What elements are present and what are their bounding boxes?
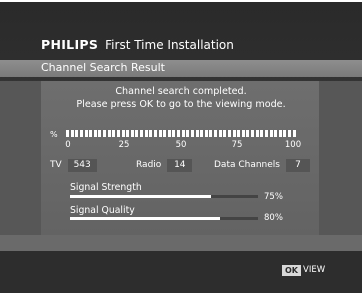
ok-button[interactable]: OK [282,265,301,276]
tv-count: TV 543 [50,158,97,172]
progress-tick [126,130,130,137]
progress-tick [135,130,139,137]
progress-tick [209,130,213,137]
progress-tick [89,130,93,137]
progress-tick [241,130,245,137]
progress-tick [255,130,259,137]
subtitle-bar: Channel Search Result [0,60,362,77]
signal-strength-fill [70,195,211,198]
brand-logo: PHILIPS [41,37,99,52]
progress-tick [227,130,231,137]
progress-tick [140,130,143,137]
progress-tick [181,130,185,137]
progress-scale-0: 0 [65,140,71,150]
progress-scale-50: 50 [175,140,187,150]
progress-tick [292,130,296,137]
instruction-message: Please press OK to go to the viewing mod… [76,99,286,110]
progress-tick [274,130,278,137]
progress-scale-25: 25 [118,140,130,150]
radio-count: Radio 14 [136,158,193,172]
signal-strength-label: Signal Strength [70,182,142,193]
progress-tick [288,130,291,137]
data-channels-value: 7 [286,158,310,172]
progress-tick [144,130,148,137]
progress-tick [79,130,83,137]
progress-tick [107,130,111,137]
progress-tick [172,130,176,137]
progress-tick [186,130,190,137]
tv-count-label: TV [50,160,62,170]
progress-tick [75,130,79,137]
progress-tick [149,130,153,137]
header: PHILIPS First Time Installation [0,29,362,59]
signal-strength-value: 75% [264,192,283,202]
tv-count-value: 543 [67,158,97,172]
progress-tick [260,130,264,137]
radio-count-value: 14 [167,158,193,172]
progress-tick [66,130,69,137]
data-channels-label: Data Channels [214,160,280,170]
signal-quality-value: 80% [264,213,283,223]
radio-count-label: Radio [136,160,162,170]
signal-quality-bar [70,217,258,220]
progress-tick [237,130,241,137]
progress-tick [121,130,125,137]
progress-percent-label: % [50,130,58,139]
progress-tick [278,130,282,137]
progress-tick [246,130,250,137]
progress-tick [264,130,268,137]
tv-screen: PHILIPS First Time Installation Channel … [0,2,362,293]
progress-tick [84,130,88,137]
progress-tick [153,130,157,137]
progress-tick [116,130,120,137]
progress-scale-75: 75 [231,140,243,150]
progress-bar [66,130,296,138]
signal-strength-bar [70,195,258,198]
progress-tick [98,130,102,137]
progress-tick [283,130,287,137]
progress-tick [251,130,254,137]
progress-tick [204,130,208,137]
progress-tick [158,130,162,137]
signal-quality-fill [70,217,221,220]
progress-tick [195,130,199,137]
section-title: Channel Search Result [41,61,165,74]
progress-scale-100: 100 [284,140,302,150]
footer-divider [0,235,362,251]
progress-tick [130,130,134,137]
footer: OK VIEW [0,251,362,293]
progress-tick [232,130,236,137]
brand-row: PHILIPS First Time Installation [41,37,234,53]
signal-quality-label: Signal Quality [70,205,135,216]
view-hint: VIEW [303,265,326,275]
page-title: First Time Installation [105,38,234,52]
progress-tick [103,130,106,137]
completion-message: Channel search completed. [115,86,247,97]
progress-tick [112,130,116,137]
progress-tick [163,130,167,137]
data-channels-count: Data Channels 7 [214,158,310,172]
progress-tick [167,130,171,137]
progress-tick [190,130,194,137]
progress-tick [214,130,217,137]
progress-tick [200,130,204,137]
progress-tick [70,130,74,137]
progress-tick [269,130,273,137]
progress-tick [223,130,227,137]
progress-tick [218,130,222,137]
progress-tick [93,130,97,137]
progress-tick [177,130,180,137]
